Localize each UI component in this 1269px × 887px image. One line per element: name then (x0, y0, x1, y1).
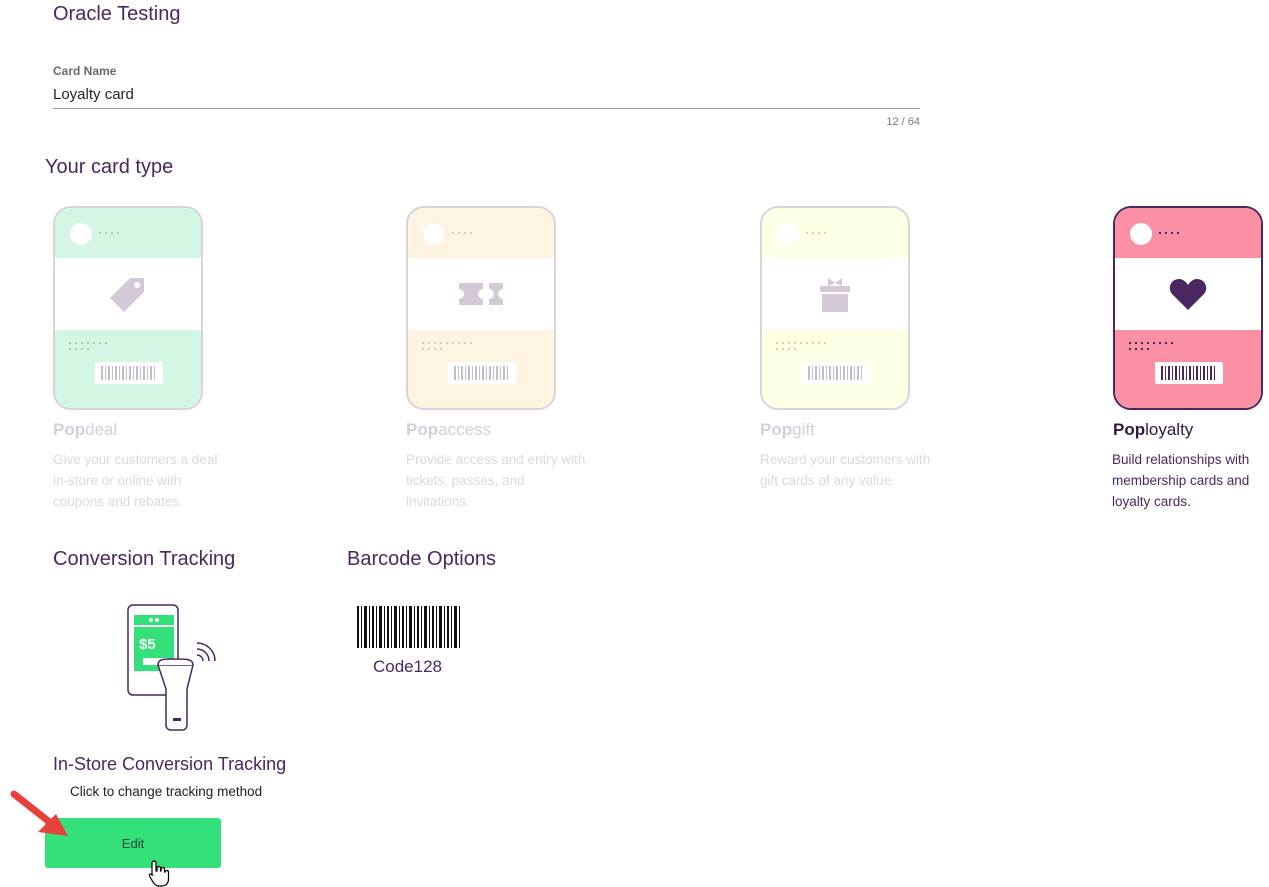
card-name-popgift: Popgift (760, 420, 815, 439)
card-name-input[interactable] (53, 81, 920, 109)
phone-scanner-icon[interactable]: $5 (125, 603, 217, 731)
tag-icon (110, 278, 144, 312)
heart-icon (1169, 279, 1207, 310)
page-title: Oracle Testing (53, 3, 181, 25)
gift-icon (820, 278, 850, 312)
hand-cursor-icon (148, 860, 170, 887)
card-header (1115, 208, 1261, 258)
illustration-price: $5 (139, 636, 156, 653)
card-name-popdeal: Popdeal (53, 420, 118, 439)
ticket-icon (459, 283, 503, 305)
card-type-title: Your card type (45, 156, 174, 178)
barcode-icon[interactable] (357, 606, 461, 648)
card-desc-popgift: Reward your customers with gift cards of… (760, 452, 931, 488)
card-desc-popaccess: Provide access and entry with tickets, p… (406, 452, 586, 509)
card-header (408, 208, 554, 258)
card-type-popaccess[interactable] (406, 206, 556, 410)
card-header (55, 208, 201, 258)
card-header (762, 208, 908, 258)
tracking-method-name: In-Store Conversion Tracking (53, 754, 287, 774)
card-name-poployalty: Poployalty (1113, 420, 1194, 439)
card-desc-popdeal: Give your customers a deal in-store or o… (53, 452, 218, 509)
card-type-popgift[interactable] (760, 206, 910, 410)
barcode-options-title: Barcode Options (347, 548, 496, 570)
card-type-popdeal[interactable] (53, 206, 203, 410)
red-arrow-icon (10, 790, 68, 836)
conversion-tracking-title: Conversion Tracking (53, 548, 236, 570)
card-name-label: Card Name (53, 64, 117, 78)
card-name-counter: 12 / 64 (886, 116, 920, 128)
card-name-popaccess: Popaccess (406, 420, 492, 439)
card-desc-poployalty: Build relationships with membership card… (1112, 452, 1250, 509)
barcode-type-label: Code128 (373, 657, 443, 676)
tracking-method-hint: Click to change tracking method (70, 784, 263, 799)
card-type-poployalty[interactable] (1113, 206, 1263, 410)
